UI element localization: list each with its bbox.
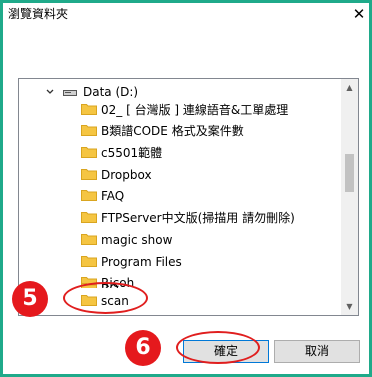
scan-highlight-ellipse: [63, 282, 148, 314]
tree-row-folder[interactable]: magic show: [19, 229, 339, 251]
scroll-up-icon[interactable]: ▲: [341, 79, 358, 96]
scroll-thumb[interactable]: [345, 154, 354, 192]
folder-icon: [81, 212, 97, 223]
tree-row-folder[interactable]: FTPServer中文版(掃描用 請勿刪除): [19, 207, 339, 229]
folder-tree[interactable]: Data (D:) 02_ [ 台灣版 ] 連線語音&工單處理 B類譜CODE …: [18, 78, 359, 316]
tree-row-folder[interactable]: B類譜CODE 格式及案件數: [19, 120, 339, 142]
folder-label: magic show: [101, 233, 173, 247]
dialog-title: 瀏覽資料夾: [8, 7, 69, 21]
tree-row-folder[interactable]: 02_ [ 台灣版 ] 連線語音&工單處理: [19, 99, 339, 121]
dialog-window: 瀏覽資料夾 ✕ Data (D:) 02_ [ 台灣版 ] 連線語音&工單處理 …: [0, 0, 372, 377]
folder-label: c5501範體: [101, 146, 163, 160]
folder-icon: [81, 190, 97, 201]
folder-label: FAQ: [101, 189, 125, 203]
folder-label: 02_ [ 台灣版 ] 連線語音&工單處理: [101, 103, 289, 117]
folder-label: Dropbox: [101, 168, 152, 182]
folder-icon: [81, 125, 97, 136]
step-5-badge: 5: [12, 281, 48, 317]
folder-label: FTPServer中文版(掃描用 請勿刪除): [101, 211, 295, 225]
folder-icon: [81, 147, 97, 158]
tree-row-folder[interactable]: c5501範體: [19, 142, 339, 164]
cancel-button[interactable]: 取消: [274, 340, 360, 363]
ok-highlight-ellipse: [176, 331, 260, 364]
tree-row-folder[interactable]: Dropbox: [19, 164, 339, 186]
scroll-down-icon[interactable]: ▼: [341, 298, 358, 315]
vertical-scrollbar[interactable]: ▲ ▼: [341, 79, 358, 315]
tree-row-folder[interactable]: RO: [19, 270, 339, 288]
folder-icon: [81, 234, 97, 245]
folder-icon: [81, 256, 97, 267]
tree-row-folder[interactable]: FAQ: [19, 185, 339, 207]
folder-label: B類譜CODE 格式及案件數: [101, 124, 244, 138]
close-icon[interactable]: ✕: [352, 7, 366, 22]
step-6-badge: 6: [125, 330, 161, 366]
chevron-down-icon[interactable]: [46, 87, 54, 97]
folder-icon: [81, 104, 97, 115]
folder-icon: [81, 169, 97, 180]
drive-icon: [63, 90, 77, 96]
